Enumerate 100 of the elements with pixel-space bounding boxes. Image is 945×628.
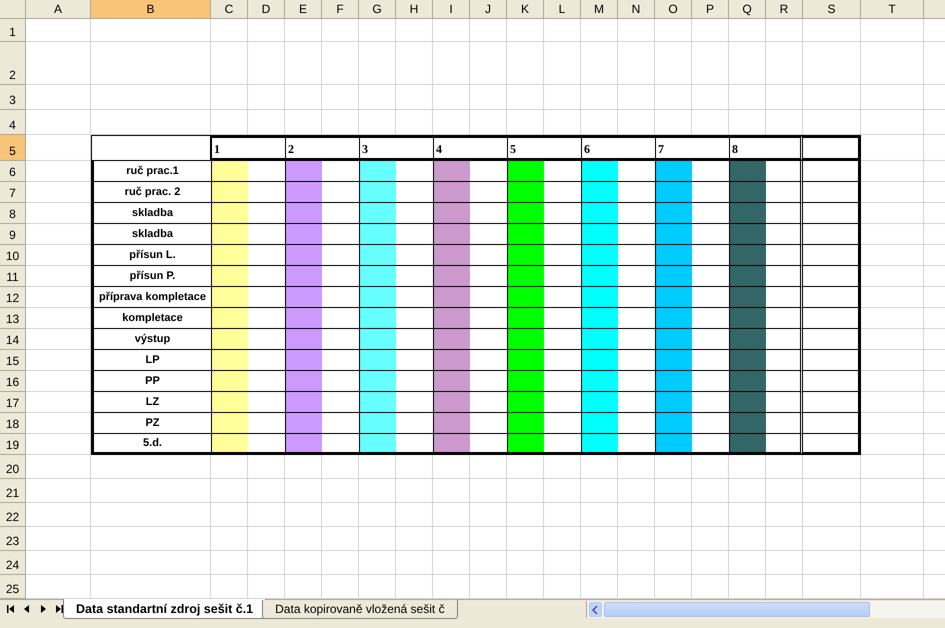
table-cell xyxy=(766,329,803,350)
row-header[interactable]: 15 xyxy=(0,350,26,371)
row-header[interactable]: 25 xyxy=(0,575,26,599)
empty-cell xyxy=(655,503,692,527)
empty-cell xyxy=(766,503,803,527)
column-header[interactable]: K xyxy=(507,0,544,19)
row-label: skladba xyxy=(91,224,211,245)
empty-cell xyxy=(433,42,470,85)
empty-cell xyxy=(655,551,692,575)
row-header[interactable]: 10 xyxy=(0,245,26,266)
empty-cell xyxy=(359,551,396,575)
empty-cell xyxy=(655,527,692,551)
column-header[interactable]: M xyxy=(581,0,618,19)
empty-cell xyxy=(618,85,655,110)
column-header[interactable]: B xyxy=(91,0,211,19)
column-header[interactable]: S xyxy=(803,0,861,19)
column-number: 8 xyxy=(729,135,803,161)
column-header[interactable]: O xyxy=(655,0,692,19)
row-header[interactable]: 3 xyxy=(0,85,26,110)
column-header[interactable]: A xyxy=(26,0,91,19)
scroll-thumb[interactable] xyxy=(604,602,870,617)
column-header[interactable]: G xyxy=(359,0,396,19)
empty-cell xyxy=(396,42,433,85)
empty-cell xyxy=(861,455,924,479)
horizontal-scrollbar[interactable] xyxy=(586,601,945,618)
empty-cell xyxy=(396,479,433,503)
empty-cell xyxy=(692,455,729,479)
row-header[interactable]: 20 xyxy=(0,455,26,479)
empty-cell xyxy=(359,42,396,85)
row-header[interactable]: 1 xyxy=(0,19,26,42)
scroll-left-button[interactable] xyxy=(588,602,602,617)
table-cell xyxy=(766,392,803,413)
row-header[interactable]: 2 xyxy=(0,42,26,85)
row-header[interactable]: 22 xyxy=(0,503,26,527)
row-header[interactable]: 14 xyxy=(0,329,26,350)
empty-cell xyxy=(803,503,861,527)
column-header[interactable]: Q xyxy=(729,0,766,19)
sheet-tab[interactable]: Data standartní zdroj sešit č.1 xyxy=(63,599,266,619)
row-header[interactable]: 9 xyxy=(0,224,26,245)
column-header[interactable]: N xyxy=(618,0,655,19)
empty-cell xyxy=(285,42,322,85)
column-number: 7 xyxy=(655,135,729,161)
empty-cell xyxy=(322,42,359,85)
empty-cell xyxy=(433,455,470,479)
row-header[interactable]: 5 xyxy=(0,135,26,161)
right-triangle-icon xyxy=(40,605,46,613)
row-header[interactable]: 16 xyxy=(0,371,26,392)
row-header[interactable]: 8 xyxy=(0,203,26,224)
empty-cell xyxy=(470,19,507,42)
empty-cell xyxy=(322,85,359,110)
empty-cell xyxy=(433,479,470,503)
column-header[interactable]: J xyxy=(470,0,507,19)
empty-cell xyxy=(433,19,470,42)
table-cell xyxy=(803,434,861,455)
empty-cell xyxy=(803,85,861,110)
empty-cell xyxy=(692,19,729,42)
column-number: 2 xyxy=(285,135,359,161)
column-header[interactable]: T xyxy=(861,0,924,19)
empty-cell xyxy=(729,455,766,479)
empty-cell xyxy=(618,527,655,551)
row-header[interactable]: 12 xyxy=(0,287,26,308)
empty-cell xyxy=(359,479,396,503)
column-header[interactable]: R xyxy=(766,0,803,19)
empty-cell xyxy=(692,42,729,85)
column-header[interactable]: H xyxy=(396,0,433,19)
table-cell xyxy=(803,135,861,161)
row-header[interactable]: 19 xyxy=(0,434,26,455)
row-label: přísun P. xyxy=(91,266,211,287)
row-header[interactable]: 7 xyxy=(0,182,26,203)
row-header[interactable]: 21 xyxy=(0,479,26,503)
empty-cell xyxy=(248,503,285,527)
row-header[interactable]: 6 xyxy=(0,161,26,182)
empty-cell xyxy=(861,19,924,42)
row-label: ruč prac. 2 xyxy=(91,182,211,203)
row-header[interactable]: 23 xyxy=(0,527,26,551)
empty-cell xyxy=(507,551,544,575)
row-header[interactable]: 17 xyxy=(0,392,26,413)
empty-cell xyxy=(248,19,285,42)
column-header[interactable]: I xyxy=(433,0,470,19)
empty-cell xyxy=(618,455,655,479)
row-header[interactable]: 24 xyxy=(0,551,26,575)
row-header[interactable]: 11 xyxy=(0,266,26,287)
empty-cell xyxy=(322,455,359,479)
column-header[interactable]: F xyxy=(322,0,359,19)
table-cell xyxy=(766,245,803,266)
empty-cell xyxy=(322,527,359,551)
column-number: 6 xyxy=(581,135,655,161)
column-header[interactable]: E xyxy=(285,0,322,19)
row-header[interactable]: 18 xyxy=(0,413,26,434)
column-header[interactable]: L xyxy=(544,0,581,19)
column-header[interactable]: C xyxy=(211,0,248,19)
row-label: kompletace xyxy=(91,308,211,329)
column-header[interactable]: P xyxy=(692,0,729,19)
sheet-tab[interactable]: Data kopirovaně vložená sešit č xyxy=(262,600,458,619)
first-icon xyxy=(7,605,15,613)
row-header[interactable]: 4 xyxy=(0,110,26,135)
row-header[interactable]: 13 xyxy=(0,308,26,329)
row-label: výstup xyxy=(91,329,211,350)
column-header[interactable]: D xyxy=(248,0,285,19)
empty-cell xyxy=(396,85,433,110)
